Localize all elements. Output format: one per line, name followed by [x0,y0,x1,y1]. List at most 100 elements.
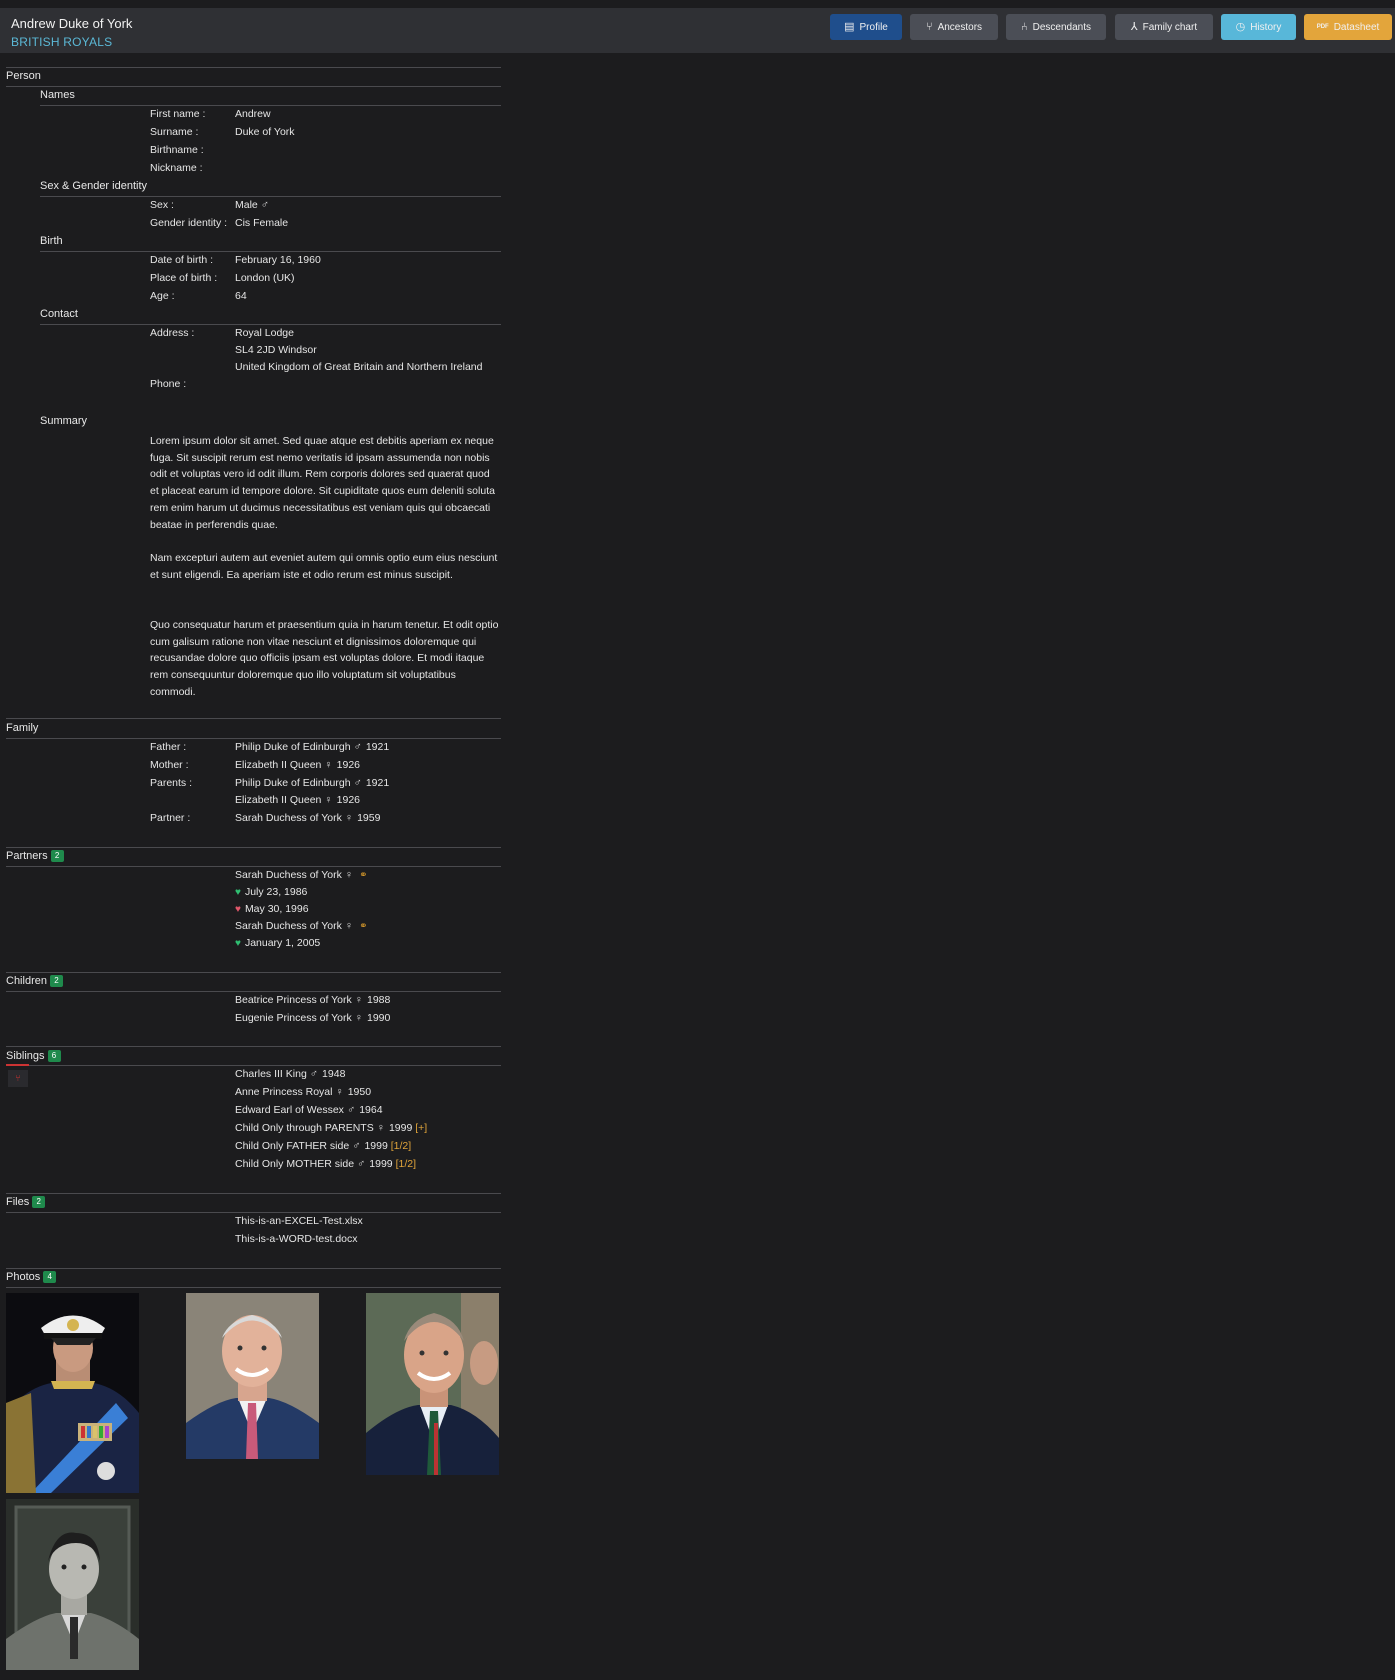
tree-name[interactable]: BRITISH ROYALS [11,35,112,49]
rings-icon: ⚭ [359,870,368,881]
child-1-link[interactable]: Beatrice Princess of York ♀ 1988 [235,994,390,1006]
sibling-tree-icon[interactable]: ⑂ [8,1070,28,1087]
ancestors-icon: ⑂ [925,20,933,33]
divider [6,847,501,848]
ancestors-button[interactable]: ⑂ Ancestors [910,14,998,40]
address-line-3: United Kingdom of Great Britain and Nort… [235,361,483,373]
gender-identity-value: Cis Female [235,217,289,229]
parent-2-link[interactable]: Elizabeth II Queen ♀ 1926 [235,794,360,806]
profile-button[interactable]: ▤ Profile [830,14,902,40]
child-2-link[interactable]: Eugenie Princess of York ♀ 1990 [235,1012,390,1024]
male-symbol-icon: ♂ [353,741,362,753]
sex-text: Male [235,199,258,211]
children-title: Children [6,975,47,987]
father-year: 1921 [365,741,390,753]
contact-heading: Contact [40,308,78,320]
address-label: Address : [150,327,195,339]
sibling-6-link[interactable]: Child Only MOTHER side ♂ 1999 [1/2] [235,1158,416,1170]
children-count-badge: 2 [49,975,63,988]
divider [6,1212,501,1213]
divider [6,991,501,992]
files-count-badge: 2 [32,1196,46,1209]
female-symbol-icon: ♀ [324,794,333,806]
male-symbol-icon: ♂ [260,199,270,211]
sibling-4-year: 1999 [388,1122,413,1134]
sibling-3-link[interactable]: Edward Earl of Wessex ♂ 1964 [235,1104,383,1116]
divider [6,1268,501,1269]
summary-paragraph-2: Nam excepturi autem aut eveniet autem qu… [150,552,498,581]
birth-heading: Birth [40,235,63,247]
green-heart-icon: ♥ [235,938,241,949]
child-1-name: Beatrice Princess of York [235,994,352,1006]
id-card-icon: ▤ [844,20,855,33]
divider [6,1046,501,1047]
father-link[interactable]: Philip Duke of Edinburgh ♂ 1921 [235,741,389,753]
sibling-4-link[interactable]: Child Only through PARENTS ♀ 1999 [+] [235,1122,427,1134]
divider [6,1287,501,1288]
parent-2-year: 1926 [336,794,360,806]
address-line-1: Royal Lodge [235,327,294,339]
female-symbol-icon: ♀ [344,869,354,881]
address-line-2: SL4 2JD Windsor [235,344,317,356]
photos-count-badge: 4 [43,1271,57,1284]
partner-1-link[interactable]: Sarah Duchess of York ♀ ⚭ [235,869,367,881]
parent-1-link[interactable]: Philip Duke of Edinburgh ♂ 1921 [235,777,389,789]
male-symbol-icon: ♂ [346,1104,356,1116]
datasheet-button-label: Datasheet [1333,21,1380,33]
divider [6,972,501,973]
file-2-link[interactable]: This-is-a-WORD-test.docx [235,1233,358,1245]
history-button-label: History [1250,21,1282,33]
phone-label: Phone : [150,378,187,390]
file-1-link[interactable]: This-is-an-EXCEL-Test.xlsx [235,1215,363,1227]
photo-4-black-white-portrait[interactable] [6,1499,139,1670]
portrait-illustration [186,1293,319,1459]
divider [6,866,501,867]
date-of-birth-label: Date of birth : [150,254,214,266]
sibling-1-name: Charles III King [235,1068,307,1080]
names-heading: Names [40,89,75,101]
family-heading: Family [6,722,39,734]
sibling-5-link[interactable]: Child Only FATHER side ♂ 1999 [1/2] [235,1140,411,1152]
history-button[interactable]: ◷ History [1221,14,1296,40]
female-symbol-icon: ♀ [335,1086,344,1098]
photo-2-portrait[interactable] [186,1293,319,1459]
partners-heading: Partners 2 [6,850,64,863]
siblings-count-badge: 6 [47,1050,61,1063]
partner-year: 1959 [357,812,381,824]
partner-2-link[interactable]: Sarah Duchess of York ♀ ⚭ [235,920,367,932]
divider [40,105,501,106]
place-of-birth-value: London (UK) [235,272,295,284]
photo-1-naval-uniform[interactable] [6,1293,139,1493]
sibling-1-link[interactable]: Charles III King ♂ 1948 [235,1068,345,1080]
family-chart-button-label: Family chart [1142,21,1198,33]
person-title: Andrew Duke of York [11,16,133,31]
siblings-title: Siblings [6,1050,45,1062]
male-symbol-icon: ♂ [309,1068,319,1080]
datasheet-button[interactable]: PDF Datasheet [1304,14,1392,40]
partner-link[interactable]: Sarah Duchess of York ♀ 1959 [235,812,380,824]
sibling-2-link[interactable]: Anne Princess Royal ♀ 1950 [235,1086,371,1098]
father-label: Father : [150,741,187,753]
pdf-icon: PDF [1316,24,1329,30]
surname-value: Duke of York [235,126,295,138]
mother-link[interactable]: Elizabeth II Queen ♀ 1926 [235,759,360,771]
birthname-label: Birthname : [150,144,204,156]
parent-2-name: Elizabeth II Queen [235,794,322,806]
family-chart-button[interactable]: ⅄ Family chart [1115,14,1213,40]
photo-3-portrait[interactable] [366,1293,499,1475]
sex-gender-heading: Sex & Gender identity [40,180,148,192]
age-label: Age : [150,290,175,302]
divider [40,251,501,252]
partner-1-start-date: July 23, 1986 [244,886,308,898]
descendants-icon: ⑃ [1021,20,1028,33]
date-of-birth-value: February 16, 1960 [235,254,321,266]
female-symbol-icon: ♀ [354,1012,363,1024]
male-symbol-icon: ♂ [353,777,362,789]
sibling-1-year: 1948 [322,1068,346,1080]
parent-1-year: 1921 [365,777,390,789]
sibling-3-name: Edward Earl of Wessex [235,1104,344,1116]
files-title: Files [6,1196,30,1208]
profile-button-label: Profile [859,21,888,33]
descendants-button[interactable]: ⑃ Descendants [1006,14,1106,40]
summary-paragraph-3: Quo consequatur harum et praesentium qui… [150,619,499,698]
